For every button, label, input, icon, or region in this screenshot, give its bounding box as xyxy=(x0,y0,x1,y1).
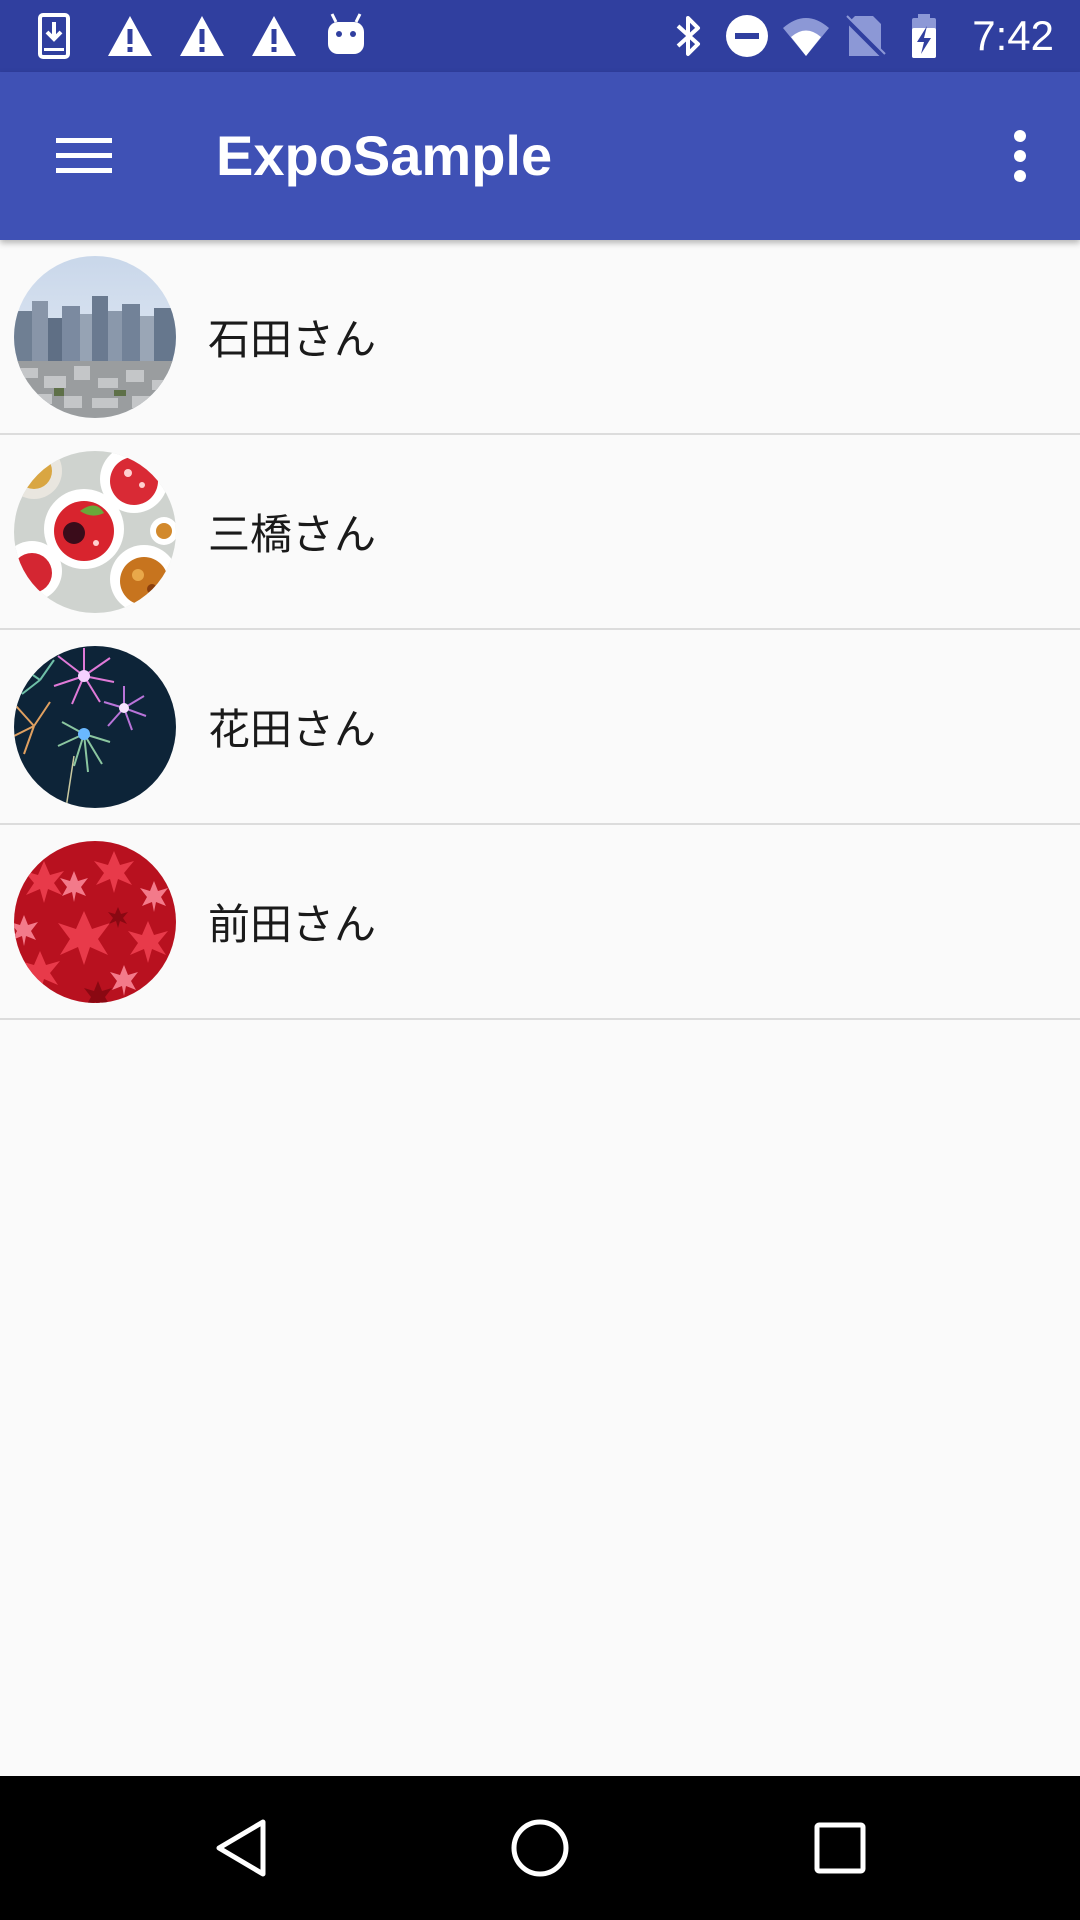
contact-name: 前田さん xyxy=(208,900,377,949)
desserts-avatar xyxy=(14,450,176,613)
recents-button[interactable] xyxy=(792,1800,888,1896)
app-title: ExpoSample xyxy=(216,124,553,187)
bluetooth-icon xyxy=(664,12,712,60)
wifi-icon xyxy=(782,12,830,60)
list-item[interactable]: 花田さん xyxy=(0,630,1080,825)
hamburger-menu-icon xyxy=(56,138,112,173)
notification-icons xyxy=(34,12,394,60)
battery-charging-icon xyxy=(900,12,948,60)
app-bar: ExpoSample xyxy=(0,72,1080,240)
status-bar: 7:42 xyxy=(0,0,1080,72)
contact-name: 石田さん xyxy=(208,315,377,364)
back-triangle-icon xyxy=(216,1819,266,1877)
download-icon xyxy=(34,12,82,60)
navigation-bar xyxy=(0,1776,1080,1920)
more-vert-icon xyxy=(1014,130,1026,182)
home-circle-icon xyxy=(511,1819,569,1877)
back-button[interactable] xyxy=(193,1800,289,1896)
recents-square-icon xyxy=(814,1822,866,1874)
status-time: 7:42 xyxy=(972,12,1054,59)
android-icon xyxy=(322,12,370,60)
no-sim-icon xyxy=(841,12,889,60)
red-maple-leaves-avatar xyxy=(14,840,176,1003)
hamburger-menu-button[interactable] xyxy=(36,120,132,192)
city-skyline-avatar xyxy=(14,255,176,418)
warning-icon xyxy=(106,12,154,60)
overflow-menu-button[interactable] xyxy=(984,120,1056,192)
home-button[interactable] xyxy=(492,1800,588,1896)
warning-icon xyxy=(250,12,298,60)
warning-icon xyxy=(178,12,226,60)
fireworks-avatar xyxy=(14,645,176,808)
list-item[interactable]: 石田さん xyxy=(0,240,1080,435)
contact-list: 石田さん 三橋さん 花田さん 前田さん xyxy=(0,240,1080,1020)
contact-name: 花田さん xyxy=(208,705,377,754)
system-icons: 7:42 xyxy=(653,12,1080,60)
list-item[interactable]: 三橋さん xyxy=(0,435,1080,630)
list-item[interactable]: 前田さん xyxy=(0,825,1080,1020)
contact-name: 三橋さん xyxy=(208,510,377,559)
do-not-disturb-icon xyxy=(723,12,771,60)
